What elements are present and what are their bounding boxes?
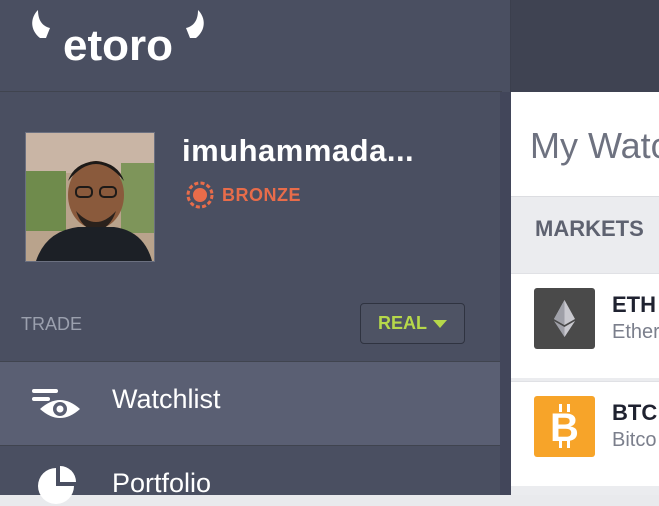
account-mode-label: REAL [378,313,427,333]
row-symbol: ETH [612,292,656,317]
svg-text:B: B [550,406,579,450]
avatar[interactable] [25,132,155,262]
nav-label-portfolio: Portfolio [112,468,212,498]
eye-icon [32,389,80,418]
nav-label-watchlist: Watchlist [112,384,221,414]
page-title: My Watc [530,125,659,166]
trade-label: TRADE [21,314,83,334]
watchlist-panel: My Watc MARKETS ETH Ether B BTC Bitco [511,92,659,495]
header-divider [0,91,502,92]
markets-section-header: MARKETS [535,216,644,241]
bitcoin-icon: B [534,396,595,457]
nav-item-portfolio[interactable]: Portfolio [0,446,500,506]
ethereum-icon [534,288,595,349]
caret-down-icon [433,319,447,328]
pie-chart-icon [38,466,76,504]
watchlist-row-eth[interactable]: ETH Ether [511,273,659,378]
etoro-logo[interactable]: eToro etoro [28,8,208,70]
top-bar [511,0,659,92]
panel-header: My Watc [511,92,659,197]
username[interactable]: imuhammada... [182,133,414,169]
svg-text:etoro: etoro [63,21,173,70]
row-name: Ether [612,321,659,343]
tier-badge[interactable]: BRONZE [186,180,301,210]
tier-label: BRONZE [222,184,301,205]
bronze-badge-icon [186,181,214,209]
row-symbol: BTC [612,400,658,425]
watchlist-row-btc[interactable]: B BTC Bitco [511,381,659,486]
account-mode-dropdown[interactable]: REAL [360,303,465,344]
sidebar-scrollbar[interactable] [500,92,511,495]
nav-item-watchlist[interactable]: Watchlist [0,362,500,445]
sidebar: eToro etoro imuhammada... BRONZE TRADE R [0,0,511,504]
row-name: Bitco [612,429,657,451]
